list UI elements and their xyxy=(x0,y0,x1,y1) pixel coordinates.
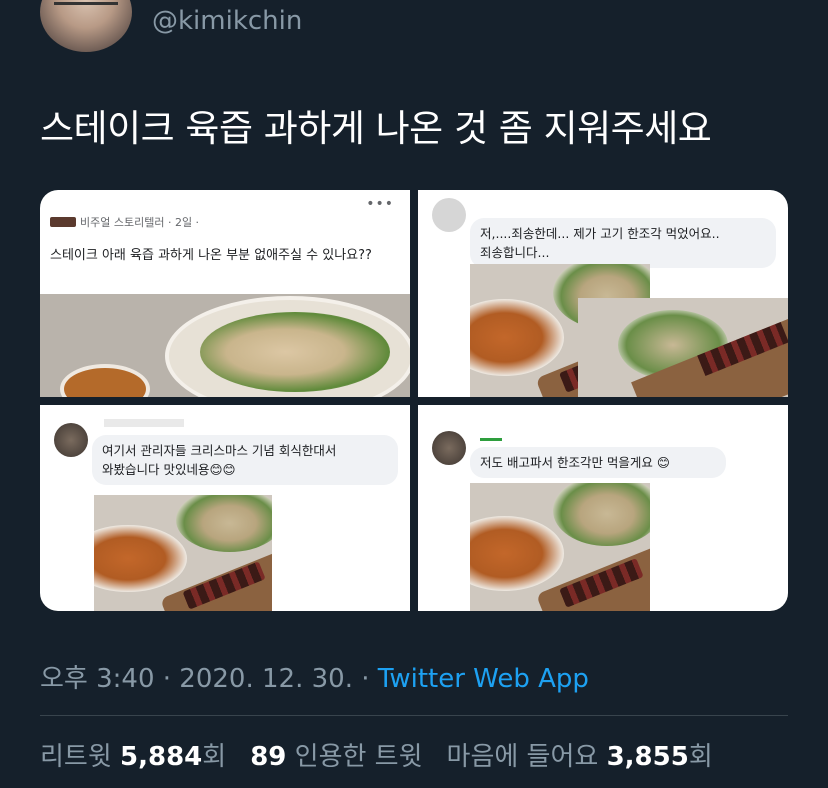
comment-line: 저,....죄송한데... 제가 고기 한조각 먹었어요.. xyxy=(480,226,720,241)
comment-bubble: 여기서 관리자들 크리스마스 기념 회식한대서 와봤습니다 맛있네용😊😊 xyxy=(92,435,398,485)
food-photo xyxy=(94,495,272,611)
post-header: 비주얼 스토리텔러 · 2일 · xyxy=(50,214,199,230)
tweet-meta: 오후 3:40 · 2020. 12. 30. · Twitter Web Ap… xyxy=(40,658,589,695)
food-photo-board xyxy=(578,298,788,397)
tweet-time[interactable]: 오후 3:40 xyxy=(40,664,155,694)
media-image-2[interactable]: 저,....죄송한데... 제가 고기 한조각 먹었어요.. 죄송합니다... xyxy=(418,190,788,397)
comment-line: 저도 배고파서 한조각만 먹을게요 😊 xyxy=(480,455,670,470)
media-image-1[interactable]: 비주얼 스토리텔러 · 2일 · ••• 스테이크 아래 육즙 과하게 나온 부… xyxy=(40,190,410,397)
comment-bubble: 저,....죄송한데... 제가 고기 한조각 먹었어요.. 죄송합니다... xyxy=(470,218,776,268)
post-meta: 비주얼 스토리텔러 · 2일 · xyxy=(80,216,200,229)
retweets-suffix: 회 xyxy=(202,742,227,772)
likes-suffix: 회 xyxy=(688,742,713,772)
comment-line: 와봤습니다 맛있네용😊😊 xyxy=(102,462,236,477)
quotes-stat[interactable]: 89 인용한 트윗 xyxy=(250,736,422,773)
divider xyxy=(40,715,788,716)
likes-stat[interactable]: 마음에 들어요 3,855회 xyxy=(447,736,713,773)
commenter-avatar xyxy=(432,431,466,465)
comment-line: 죄송합니다... xyxy=(480,245,550,260)
separator: · xyxy=(352,664,378,694)
retweets-count: 5,884 xyxy=(120,742,203,772)
avatar-glasses xyxy=(54,2,118,10)
comment-bubble: 저도 배고파서 한조각만 먹을게요 😊 xyxy=(470,447,726,478)
media-grid: 비주얼 스토리텔러 · 2일 · ••• 스테이크 아래 육즙 과하게 나온 부… xyxy=(40,190,788,611)
author-handle[interactable]: @kimikchin xyxy=(152,6,302,36)
commenter-avatar xyxy=(54,423,88,457)
quotes-count: 89 xyxy=(250,742,287,772)
media-image-4[interactable]: 저도 배고파서 한조각만 먹을게요 😊 xyxy=(418,405,788,611)
more-icon: ••• xyxy=(366,196,394,212)
likes-count: 3,855 xyxy=(606,742,689,772)
separator: · xyxy=(154,664,180,694)
post-text: 스테이크 아래 육즙 과하게 나온 부분 없애주실 수 있나요?? xyxy=(50,248,372,263)
quotes-label: 인용한 트윗 xyxy=(294,742,423,772)
comment-line: 여기서 관리자들 크리스마스 기념 회식한대서 xyxy=(102,443,337,458)
commenter-avatar xyxy=(432,198,466,232)
retweets-stat[interactable]: 리트윗 5,884회 xyxy=(40,736,226,773)
food-photo xyxy=(40,294,410,397)
media-image-3[interactable]: 여기서 관리자들 크리스마스 기념 회식한대서 와봤습니다 맛있네용😊😊 xyxy=(40,405,410,611)
tweet-stats: 리트윗 5,884회 89 인용한 트윗 마음에 들어요 3,855회 xyxy=(40,736,713,773)
source-app-link[interactable]: Twitter Web App xyxy=(378,664,589,694)
tweet-text: 스테이크 육즙 과하게 나온 것 좀 지워주세요 xyxy=(40,107,712,150)
tweet-date[interactable]: 2020. 12. 30. xyxy=(179,664,353,694)
poster-avatar xyxy=(50,217,76,227)
author-avatar[interactable] xyxy=(40,0,132,52)
retweets-label: 리트윗 xyxy=(40,742,112,772)
food-photo xyxy=(470,483,650,611)
likes-label: 마음에 들어요 xyxy=(446,742,599,772)
